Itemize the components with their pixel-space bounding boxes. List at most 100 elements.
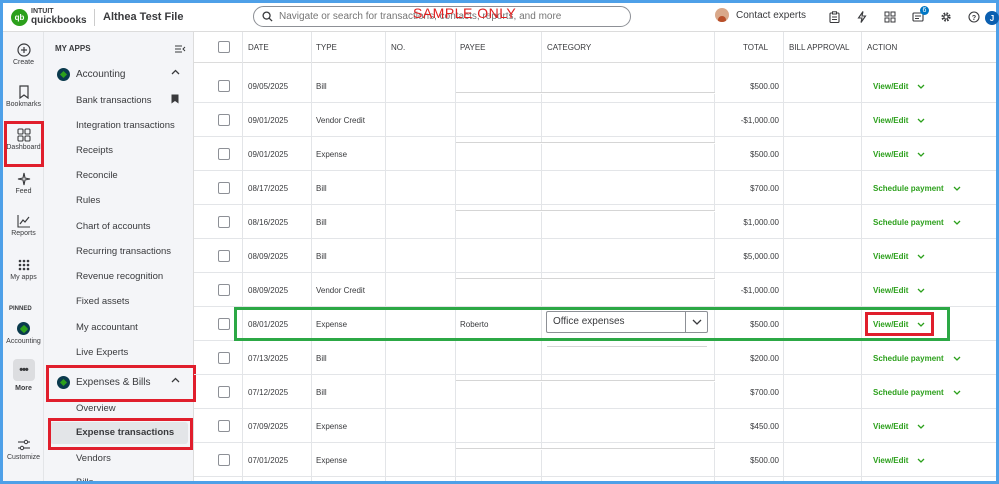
nav-item-rules[interactable]: Rules: [76, 195, 100, 206]
rail-bookmarks[interactable]: Bookmarks: [3, 85, 44, 108]
nav-item-recurring-transactions[interactable]: Recurring transactions: [76, 246, 171, 257]
header-payee[interactable]: PAYEE: [460, 43, 486, 52]
nav-item-live-experts[interactable]: Live Experts: [76, 347, 128, 358]
select-all-checkbox[interactable]: [218, 41, 230, 53]
rail-create[interactable]: Create: [3, 43, 44, 66]
chevron-down-icon[interactable]: [917, 322, 925, 328]
row-checkbox[interactable]: [218, 352, 230, 364]
table-row[interactable]: 09/05/2025 Bill $500.00 View/Edit: [194, 69, 996, 103]
chevron-down-icon[interactable]: [917, 84, 925, 90]
rail-my-apps[interactable]: My apps: [3, 258, 44, 281]
row-action-button[interactable]: View/Edit: [873, 456, 925, 465]
quickbooks-logo[interactable]: qb INTUIT quickbooks: [11, 8, 87, 26]
header-bill-approval[interactable]: BILL APPROVAL: [789, 43, 849, 52]
row-date: 08/17/2025: [248, 184, 289, 193]
user-avatar[interactable]: J: [985, 11, 999, 25]
company-name[interactable]: Althea Test File: [103, 11, 183, 23]
nav-item-integration-transactions[interactable]: Integration transactions: [76, 120, 175, 131]
chevron-down-icon[interactable]: [917, 288, 925, 294]
nav-item-reconcile[interactable]: Reconcile: [76, 170, 118, 181]
row-action-button[interactable]: View/Edit: [873, 150, 925, 159]
nav-item-fixed-assets[interactable]: Fixed assets: [76, 296, 129, 307]
bookmark-filled-icon[interactable]: [171, 94, 179, 104]
rail-customize[interactable]: Customize: [3, 438, 44, 461]
row-action-button[interactable]: View/Edit: [873, 320, 925, 329]
chevron-down-icon[interactable]: [953, 356, 961, 362]
search-icon: [262, 11, 273, 22]
row-action-button[interactable]: Schedule payment: [873, 184, 961, 193]
clipboard-icon[interactable]: [820, 9, 848, 25]
nav-section-expenses-bills[interactable]: Expenses & Bills: [44, 371, 194, 393]
help-icon[interactable]: ?: [960, 9, 988, 25]
row-checkbox[interactable]: [218, 148, 230, 160]
row-action-button[interactable]: View/Edit: [873, 116, 925, 125]
row-checkbox[interactable]: [218, 182, 230, 194]
row-checkbox[interactable]: [218, 386, 230, 398]
rail-feed[interactable]: Feed: [3, 172, 44, 195]
header-date[interactable]: DATE: [248, 43, 269, 52]
row-checkbox[interactable]: [218, 114, 230, 126]
row-checkbox[interactable]: [218, 284, 230, 296]
row-action-label: View/Edit: [873, 422, 909, 431]
notification-count: 6: [920, 6, 929, 15]
nav-item-bank-transactions[interactable]: Bank transactions: [76, 95, 152, 106]
row-date: 09/01/2025: [248, 150, 289, 159]
table-row[interactable]: 07/09/2025 Expense $450.00 View/Edit: [194, 409, 996, 443]
notification-icon[interactable]: 6: [904, 6, 932, 25]
my-apps-heading: MY APPS: [55, 44, 91, 53]
chevron-down-icon[interactable]: [953, 220, 961, 226]
chevron-down-icon[interactable]: [917, 152, 925, 158]
nav-section-accounting[interactable]: Accounting: [44, 63, 194, 85]
lightning-icon[interactable]: [848, 9, 876, 25]
nav-item-chart-of-accounts[interactable]: Chart of accounts: [76, 221, 150, 232]
nav-item-overview[interactable]: Overview: [76, 403, 116, 414]
chevron-down-icon[interactable]: [953, 186, 961, 192]
collapse-menu-icon[interactable]: [175, 44, 186, 54]
chevron-down-icon[interactable]: [953, 390, 961, 396]
row-action-button[interactable]: Schedule payment: [873, 354, 961, 363]
row-checkbox[interactable]: [218, 250, 230, 262]
nav-item-revenue-recognition[interactable]: Revenue recognition: [76, 271, 163, 282]
row-action-button[interactable]: View/Edit: [873, 286, 925, 295]
row-action-button[interactable]: Schedule payment: [873, 388, 961, 397]
table-row[interactable]: 09/01/2025 Vendor Credit -$1,000.00 View/Ed…: [194, 103, 996, 137]
apps-grid-icon[interactable]: [876, 9, 904, 25]
row-checkbox[interactable]: [218, 420, 230, 432]
table-row[interactable]: 08/17/2025 Bill $700.00 Schedule payment: [194, 171, 996, 205]
nav-item-bills[interactable]: Bills: [76, 475, 93, 481]
rail-reports[interactable]: Reports: [3, 214, 44, 237]
rail-more[interactable]: ••• More: [3, 359, 44, 392]
header-category[interactable]: CATEGORY: [547, 43, 591, 52]
nav-item-expense-transactions[interactable]: Expense transactions: [50, 422, 188, 444]
row-date: 08/09/2025: [248, 286, 289, 295]
nav-item-receipts[interactable]: Receipts: [76, 145, 113, 156]
header-type[interactable]: TYPE: [316, 43, 337, 52]
contact-experts-button[interactable]: Contact experts: [715, 8, 806, 22]
chevron-down-icon[interactable]: [685, 312, 707, 332]
rail-accounting[interactable]: Accounting: [3, 322, 44, 345]
rail-reports-label: Reports: [11, 230, 36, 237]
row-action-button[interactable]: View/Edit: [873, 252, 925, 261]
row-action-button[interactable]: View/Edit: [873, 422, 925, 431]
row-checkbox[interactable]: [218, 216, 230, 228]
row-checkbox[interactable]: [218, 318, 230, 330]
row-checkbox[interactable]: [218, 454, 230, 466]
rail-dashboard[interactable]: Dashboard: [3, 128, 44, 151]
row-date: 08/16/2025: [248, 218, 289, 227]
chevron-down-icon[interactable]: [917, 458, 925, 464]
row-total: $500.00: [750, 456, 779, 465]
category-select[interactable]: Office expenses: [546, 311, 708, 333]
header-no[interactable]: NO.: [391, 43, 405, 52]
row-action-button[interactable]: View/Edit: [873, 82, 925, 91]
row-checkbox[interactable]: [218, 80, 230, 92]
header-total[interactable]: TOTAL: [743, 43, 768, 52]
chevron-down-icon[interactable]: [917, 254, 925, 260]
nav-item-vendors[interactable]: Vendors: [76, 453, 111, 464]
chevron-down-icon[interactable]: [917, 424, 925, 430]
table-row[interactable]: 08/09/2025 Bill $5,000.00 View/Edit: [194, 239, 996, 273]
gear-icon[interactable]: [932, 9, 960, 25]
chevron-up-icon: [171, 69, 180, 75]
nav-item-my-accountant[interactable]: My accountant: [76, 322, 138, 333]
chevron-down-icon[interactable]: [917, 118, 925, 124]
row-action-button[interactable]: Schedule payment: [873, 218, 961, 227]
